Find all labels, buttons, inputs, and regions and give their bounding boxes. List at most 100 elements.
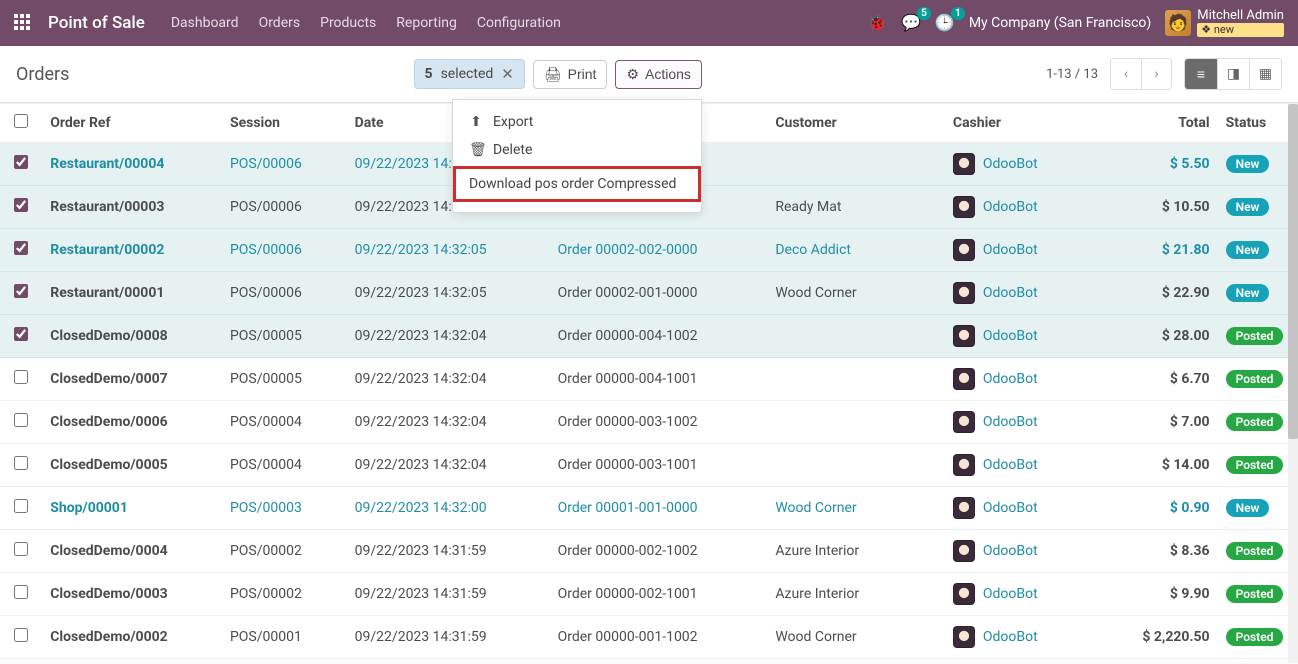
user-menu[interactable]: 🧑 Mitchell Admin ❖ new bbox=[1165, 9, 1284, 37]
session-link[interactable]: POS/00003 bbox=[230, 500, 302, 516]
receipt-link: Order 00000-002-1001 bbox=[558, 586, 698, 602]
cashier-link[interactable]: OdooBot bbox=[983, 285, 1038, 301]
receipt-link[interactable]: Order 00001-001-0000 bbox=[558, 500, 698, 516]
nav-left: Point of Sale Dashboard Orders Products … bbox=[14, 13, 561, 33]
pager-next[interactable]: › bbox=[1141, 59, 1171, 89]
cashier-cell: OdooBot bbox=[953, 153, 1106, 175]
print-label: Print bbox=[568, 66, 597, 82]
bug-icon[interactable]: 🐞 bbox=[867, 13, 887, 32]
cashier-link[interactable]: OdooBot bbox=[983, 543, 1038, 559]
row-checkbox[interactable] bbox=[14, 456, 28, 470]
cashier-link[interactable]: OdooBot bbox=[983, 328, 1038, 344]
select-all-checkbox[interactable] bbox=[14, 114, 28, 128]
apps-icon[interactable] bbox=[14, 14, 32, 32]
bot-avatar-icon bbox=[953, 325, 975, 347]
table-row[interactable]: Shop/00001 POS/00003 09/22/2023 14:32:00 Or… bbox=[0, 487, 1298, 530]
session-link: POS/00004 bbox=[230, 414, 302, 430]
table-row[interactable]: ClosedDemo/0002POS/0000109/22/2023 14:31… bbox=[0, 616, 1298, 659]
cashier-link[interactable]: OdooBot bbox=[983, 629, 1038, 645]
cashier-link[interactable]: OdooBot bbox=[983, 500, 1038, 516]
table-row[interactable]: ClosedDemo/0004POS/0000209/22/2023 14:31… bbox=[0, 530, 1298, 573]
col-customer[interactable]: Customer bbox=[767, 104, 945, 143]
nav-link-orders[interactable]: Orders bbox=[259, 15, 301, 31]
col-status[interactable]: Status bbox=[1218, 104, 1298, 143]
cashier-link[interactable]: OdooBot bbox=[983, 371, 1038, 387]
nav-link-products[interactable]: Products bbox=[320, 15, 376, 31]
receipt-link[interactable]: Order 00002-002-0000 bbox=[558, 242, 698, 258]
cashier-cell: OdooBot bbox=[953, 196, 1106, 218]
order-ref-link[interactable]: Shop/00001 bbox=[50, 500, 128, 516]
table-row[interactable]: ClosedDemo/0006POS/0000409/22/2023 14:32… bbox=[0, 401, 1298, 444]
row-checkbox[interactable] bbox=[14, 628, 28, 642]
session-link[interactable]: POS/00006 bbox=[230, 242, 302, 258]
order-ref-link[interactable]: Restaurant/00004 bbox=[50, 156, 164, 172]
table-row[interactable]: Restaurant/00002 POS/00006 09/22/2023 14:3… bbox=[0, 229, 1298, 272]
table-row[interactable]: ClosedDemo/0007POS/0000509/22/2023 14:32… bbox=[0, 358, 1298, 401]
nav-link-dashboard[interactable]: Dashboard bbox=[171, 15, 239, 31]
actions-button[interactable]: ⚙ Actions bbox=[615, 60, 701, 89]
bot-avatar-icon bbox=[953, 583, 975, 605]
cashier-link[interactable]: OdooBot bbox=[983, 156, 1038, 172]
messages-icon[interactable]: 💬5 bbox=[901, 13, 921, 32]
view-pivot[interactable]: ▦ bbox=[1249, 59, 1281, 89]
nav-link-reporting[interactable]: Reporting bbox=[396, 15, 457, 31]
nav-link-configuration[interactable]: Configuration bbox=[477, 15, 561, 31]
cashier-link[interactable]: OdooBot bbox=[983, 414, 1038, 430]
table-row[interactable]: ClosedDemo/0008POS/0000509/22/2023 14:32… bbox=[0, 315, 1298, 358]
cashier-link[interactable]: OdooBot bbox=[983, 199, 1038, 215]
order-ref-link[interactable]: Restaurant/00002 bbox=[50, 242, 164, 258]
status-badge: New bbox=[1226, 499, 1270, 517]
receipt-link: Order 00000-003-1002 bbox=[558, 414, 698, 430]
activity-badge: 1 bbox=[951, 7, 965, 20]
app-brand[interactable]: Point of Sale bbox=[48, 13, 145, 33]
date-text[interactable]: 09/22/2023 14:32:05 bbox=[355, 242, 487, 258]
status-badge: Posted bbox=[1226, 542, 1284, 560]
session-link[interactable]: POS/00006 bbox=[230, 156, 302, 172]
action-delete[interactable]: 🗑 Delete bbox=[453, 136, 701, 164]
row-checkbox[interactable] bbox=[14, 370, 28, 384]
total-value: $ 21.80 bbox=[1162, 242, 1210, 258]
col-ref[interactable]: Order Ref bbox=[42, 104, 222, 143]
row-checkbox[interactable] bbox=[14, 327, 28, 341]
row-checkbox[interactable] bbox=[14, 499, 28, 513]
customer-link[interactable]: Wood Corner bbox=[775, 500, 856, 516]
view-list[interactable]: ≡ bbox=[1185, 59, 1217, 89]
center-controls: 5 selected ✕ 🖨 Print ⚙ Actions ⬆ Export … bbox=[414, 59, 702, 89]
col-cashier[interactable]: Cashier bbox=[945, 104, 1114, 143]
row-checkbox[interactable] bbox=[14, 155, 28, 169]
view-kanban[interactable]: ◨ bbox=[1217, 59, 1249, 89]
pivot-icon: ▦ bbox=[1259, 66, 1272, 82]
action-download-compressed[interactable]: Download pos order Compressed bbox=[453, 166, 701, 202]
table-row[interactable]: ClosedDemo/0005POS/0000409/22/2023 14:32… bbox=[0, 444, 1298, 487]
print-button[interactable]: 🖨 Print bbox=[533, 60, 608, 89]
activity-icon[interactable]: 🕒1 bbox=[935, 13, 955, 32]
table-row[interactable]: Restaurant/00001POS/0000609/22/2023 14:3… bbox=[0, 272, 1298, 315]
table-row[interactable]: ClosedDemo/0003POS/0000209/22/2023 14:31… bbox=[0, 573, 1298, 616]
bot-avatar-icon bbox=[953, 411, 975, 433]
col-total[interactable]: Total bbox=[1114, 104, 1218, 143]
table-row[interactable]: ClosedDemo/0001POS/0000109/22/2023 14:31… bbox=[0, 659, 1298, 664]
actions-dropdown: ⬆ Export 🗑 Delete Download pos order Com… bbox=[452, 99, 702, 213]
cashier-link[interactable]: OdooBot bbox=[983, 457, 1038, 473]
row-checkbox[interactable] bbox=[14, 542, 28, 556]
vertical-scrollbar[interactable] bbox=[1288, 104, 1298, 663]
clear-selection-icon[interactable]: ✕ bbox=[501, 65, 514, 83]
row-checkbox[interactable] bbox=[14, 284, 28, 298]
row-checkbox[interactable] bbox=[14, 241, 28, 255]
cashier-link[interactable]: OdooBot bbox=[983, 242, 1038, 258]
date-text[interactable]: 09/22/2023 14:32:00 bbox=[355, 500, 487, 516]
delete-label: Delete bbox=[493, 142, 532, 158]
company-selector[interactable]: My Company (San Francisco) bbox=[969, 15, 1151, 31]
pager-prev[interactable]: ‹ bbox=[1111, 59, 1141, 89]
customer-link[interactable]: Deco Addict bbox=[775, 242, 851, 258]
col-session[interactable]: Session bbox=[222, 104, 347, 143]
cashier-link[interactable]: OdooBot bbox=[983, 586, 1038, 602]
row-checkbox[interactable] bbox=[14, 585, 28, 599]
nav-right: 🐞 💬5 🕒1 My Company (San Francisco) 🧑 Mit… bbox=[867, 9, 1284, 37]
row-checkbox[interactable] bbox=[14, 198, 28, 212]
scrollbar-thumb[interactable] bbox=[1288, 104, 1298, 439]
action-export[interactable]: ⬆ Export bbox=[453, 108, 701, 136]
customer-link: Wood Corner bbox=[775, 285, 856, 301]
row-checkbox[interactable] bbox=[14, 413, 28, 427]
user-info: Mitchell Admin ❖ new bbox=[1197, 9, 1284, 37]
